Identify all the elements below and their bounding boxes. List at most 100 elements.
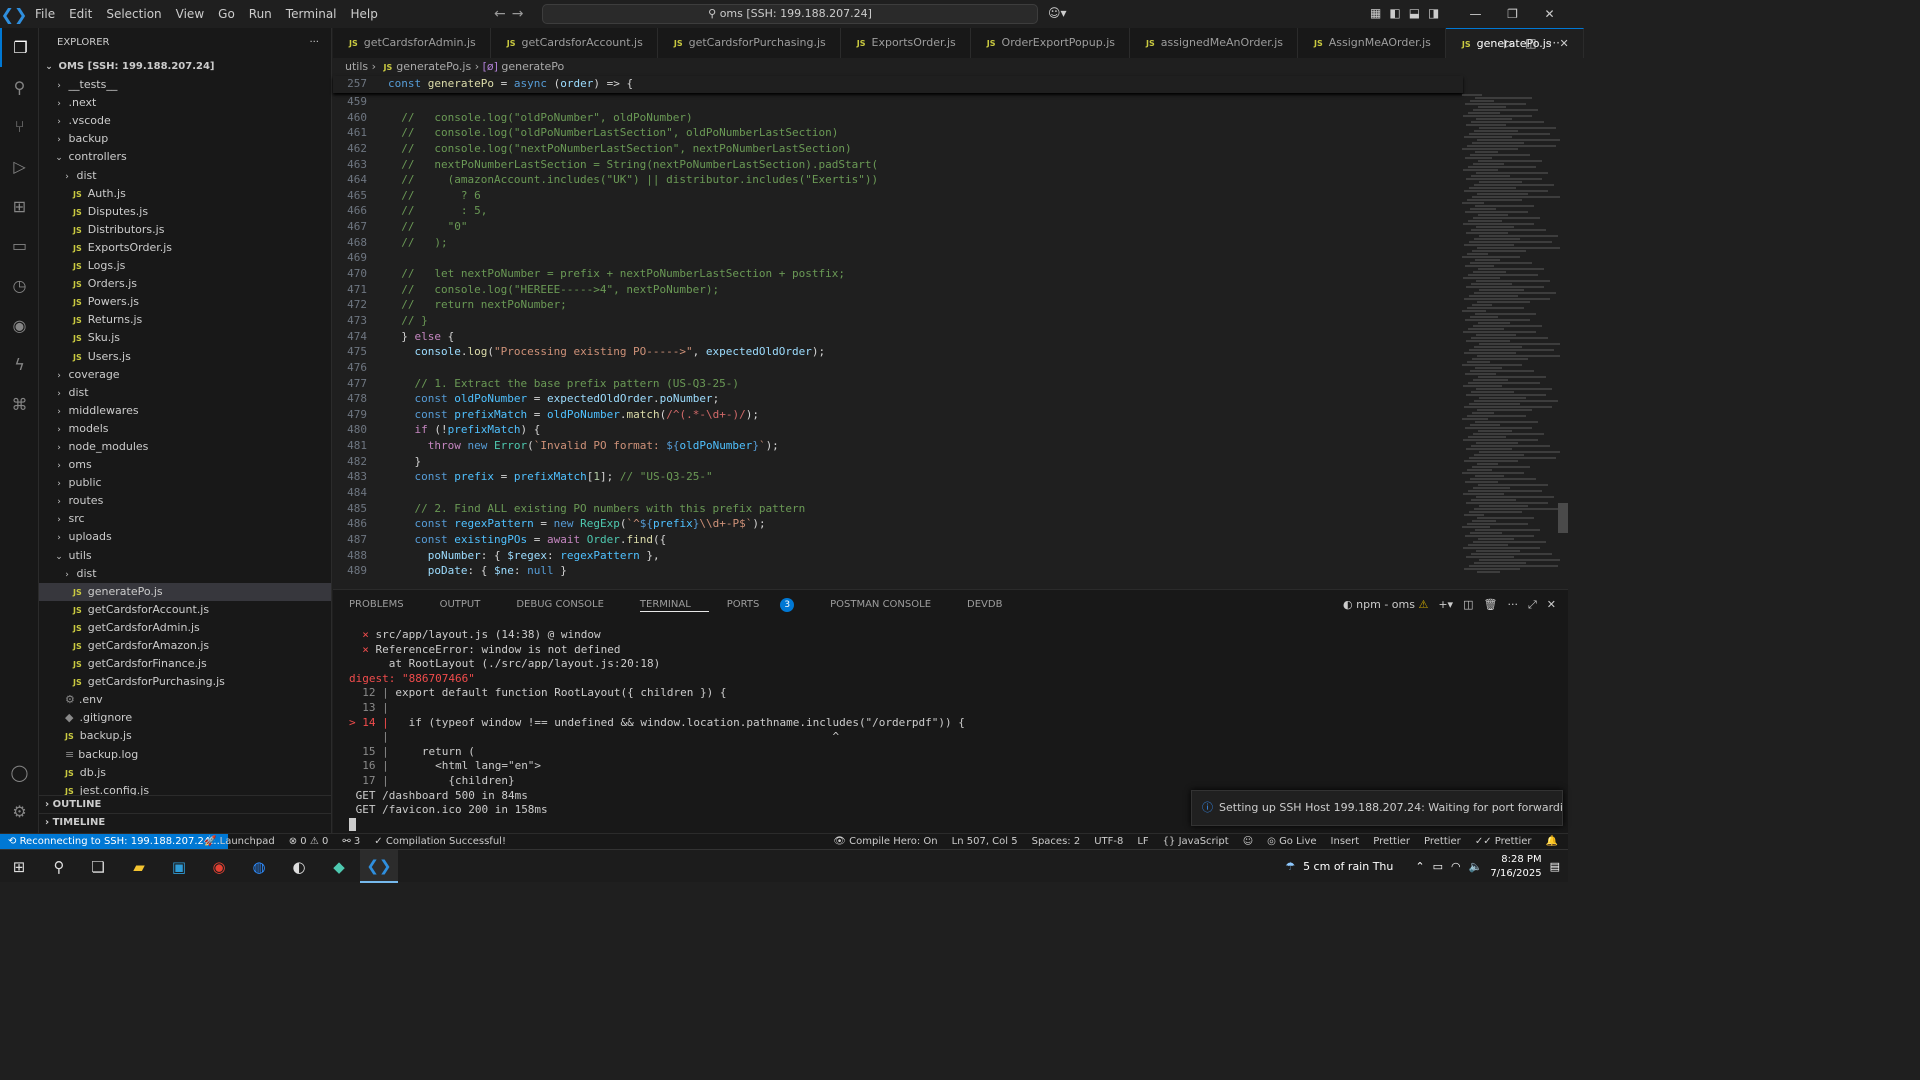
editor-scrollbar[interactable] [1558, 503, 1568, 533]
folder-item[interactable]: › dist [39, 384, 331, 402]
file-item[interactable]: JS Disputes.js [39, 203, 331, 221]
windows-start-icon[interactable]: ⊞ [0, 850, 38, 883]
prettier-item-3[interactable]: ✓✓ Prettier [1475, 834, 1532, 850]
file-item[interactable]: ≡ backup.log [39, 746, 331, 764]
panel-tab-debug-console[interactable]: DEBUG CONSOLE [516, 590, 622, 620]
battery-icon[interactable]: ▭ [1433, 860, 1443, 873]
wifi-icon[interactable]: ◠ [1451, 860, 1461, 873]
close-panel-icon[interactable]: ✕ [1547, 590, 1556, 620]
notifications-bell-icon[interactable]: 🔔 [1546, 834, 1558, 850]
run-debug-icon[interactable]: ▷ [0, 147, 39, 186]
file-item[interactable]: JS db.js [39, 764, 331, 782]
folder-item[interactable]: › middlewares [39, 402, 331, 420]
launchpad-item[interactable]: 🚀 Launchpad [204, 834, 275, 850]
remote-explorer-icon[interactable]: ▭ [0, 226, 39, 265]
problems-item[interactable]: ⊗ 0 ⚠ 0 [289, 834, 329, 850]
toggle-panel-icon[interactable]: ⬓ [1409, 6, 1420, 20]
folder-item[interactable]: ⌄ controllers [39, 148, 331, 166]
folder-item[interactable]: › __tests__ [39, 76, 331, 94]
folder-item[interactable]: › .vscode [39, 112, 331, 130]
file-item[interactable]: JS getCardsforAdmin.js [39, 619, 331, 637]
weather-text[interactable]: 5 cm of rain Thu [1303, 860, 1393, 873]
tab-assignmeaorder[interactable]: JS AssignMeAOrder.js [1298, 28, 1446, 58]
panel-tab-ports[interactable]: PORTS 3 [727, 590, 812, 620]
more-actions-icon[interactable]: ··· [309, 28, 319, 58]
source-control-icon[interactable]: ⑂ [0, 107, 39, 146]
menu-file[interactable]: File [28, 7, 62, 21]
more-icon[interactable]: ··· [1549, 28, 1560, 58]
tab-assignedmeanorder[interactable]: JS assignedMeAnOrder.js [1130, 28, 1299, 58]
kill-terminal-icon[interactable]: 🗑 [1484, 590, 1498, 620]
panel-tab-devdb[interactable]: DEVDB [967, 590, 1020, 620]
back-arrow-icon[interactable]: ← [494, 0, 506, 28]
menu-terminal[interactable]: Terminal [279, 7, 344, 21]
ports-item[interactable]: ⚯ 3 [342, 834, 360, 850]
clock[interactable]: 8:28 PM 7/16/2025 [1490, 853, 1541, 881]
file-item[interactable]: JS getCardsforPurchasing.js [39, 673, 331, 691]
python-icon[interactable]: ⌘ [0, 385, 39, 424]
folder-item[interactable]: › oms [39, 456, 331, 474]
menu-help[interactable]: Help [344, 7, 385, 21]
command-center[interactable]: ⚲ oms [SSH: 199.188.207.24] [542, 4, 1038, 24]
folder-item[interactable]: › dist [39, 565, 331, 583]
copilot-status-icon[interactable]: ☺ [1243, 834, 1253, 850]
chevron-up-icon[interactable]: ⌃ [1415, 860, 1424, 873]
volume-icon[interactable]: 🔈 [1469, 860, 1483, 873]
folder-item[interactable]: › routes [39, 492, 331, 510]
file-item[interactable]: JS Logs.js [39, 257, 331, 275]
file-item[interactable]: JS generatePo.js [39, 582, 331, 601]
folder-item[interactable]: › models [39, 420, 331, 438]
menu-go[interactable]: Go [211, 7, 242, 21]
file-item[interactable]: JS Orders.js [39, 275, 331, 293]
minimize-icon[interactable]: — [1457, 0, 1494, 28]
close-window-icon[interactable]: ✕ [1531, 0, 1568, 28]
tab-getcardsforaccount[interactable]: JS getCardsforAccount.js [491, 28, 658, 58]
search-view-icon[interactable]: ⚲ [0, 68, 39, 107]
notification-center-icon[interactable]: ▤ [1550, 860, 1560, 873]
breadcrumb-folder[interactable]: utils [345, 60, 368, 73]
file-item[interactable]: ◆ .gitignore [39, 709, 331, 727]
panel-tab-problems[interactable]: PROBLEMS [349, 590, 422, 620]
thunder-icon[interactable]: ϟ [0, 345, 39, 384]
file-item[interactable]: JS Users.js [39, 348, 331, 366]
breadcrumb-symbol[interactable]: generatePo [501, 60, 564, 73]
breadcrumb-file[interactable]: generatePo.js [396, 60, 471, 73]
store-icon[interactable]: ▣ [160, 850, 198, 883]
copilot-icon[interactable]: ☺▾ [1048, 6, 1067, 20]
chrome-icon[interactable]: ◉ [200, 850, 238, 883]
split-terminal-icon[interactable]: ◫ [1463, 590, 1473, 620]
folder-item[interactable]: › src [39, 510, 331, 528]
task-view-icon[interactable]: ❏ [79, 850, 117, 883]
indentation[interactable]: Spaces: 2 [1032, 834, 1081, 850]
vscode-taskbar-icon[interactable]: ❮❯ [360, 850, 398, 883]
new-terminal-icon[interactable]: +▾ [1438, 590, 1453, 620]
postman-icon[interactable]: ◉ [0, 306, 39, 345]
close-tab-icon[interactable]: ✕ [1560, 37, 1569, 50]
file-item[interactable]: JS backup.js [39, 727, 331, 745]
file-item[interactable]: JS Returns.js [39, 311, 331, 329]
folder-item[interactable]: › .next [39, 94, 331, 112]
menu-run[interactable]: Run [242, 7, 279, 21]
file-item[interactable]: JS getCardsforAccount.js [39, 601, 331, 619]
app-icon-2[interactable]: ◆ [320, 850, 358, 883]
run-icon[interactable]: ▷ [1504, 28, 1513, 58]
file-item[interactable]: JS Distributors.js [39, 221, 331, 239]
zoom-icon[interactable]: ◍ [240, 850, 278, 883]
maximize-panel-icon[interactable]: ⤢ [1528, 590, 1537, 620]
folder-item[interactable]: › public [39, 474, 331, 492]
settings-gear-icon[interactable]: ⚙ [0, 792, 39, 831]
file-item[interactable]: JS Powers.js [39, 293, 331, 311]
menu-edit[interactable]: Edit [62, 7, 99, 21]
outline-section[interactable]: › OUTLINE [39, 795, 331, 813]
app-icon[interactable]: ◐ [280, 850, 318, 883]
file-item[interactable]: ⚙ .env [39, 691, 331, 709]
compile-hero-item[interactable]: 👁 Compile Hero: On [833, 834, 937, 850]
encoding[interactable]: UTF-8 [1094, 834, 1123, 850]
folder-item[interactable]: › node_modules [39, 438, 331, 456]
code-editor[interactable]: 459 460 // console.log("oldPoNumber", ol… [333, 94, 1463, 589]
file-item[interactable]: JS getCardsforAmazon.js [39, 637, 331, 655]
prettier-item-1[interactable]: Prettier [1373, 834, 1410, 850]
extensions-icon[interactable]: ⊞ [0, 187, 39, 226]
prettier-item-2[interactable]: Prettier [1424, 834, 1461, 850]
toggle-secondary-sidebar-icon[interactable]: ◨ [1428, 6, 1439, 20]
